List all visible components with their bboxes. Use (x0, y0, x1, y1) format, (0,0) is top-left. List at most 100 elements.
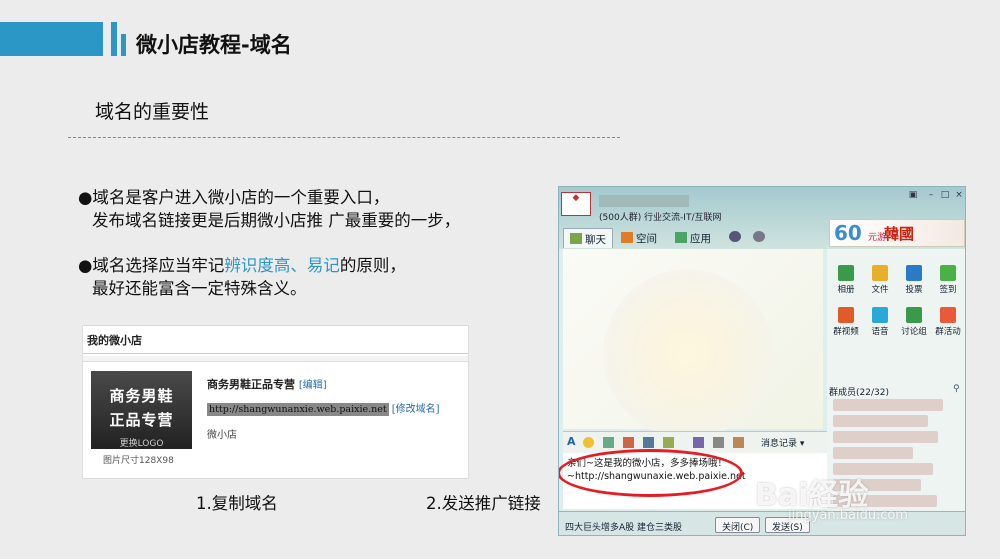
shop-description: 微小店 (207, 430, 237, 441)
doc-icon[interactable] (733, 437, 744, 448)
app-activity[interactable]: 群活动 (933, 307, 963, 337)
search-icon[interactable]: ⚲ (953, 384, 960, 394)
shop-url[interactable]: http://shangwunanxie.web.paixie.net (207, 403, 389, 416)
tab-label: 应用 (690, 233, 711, 245)
voice-icon (872, 307, 888, 323)
app-label: 语音 (871, 327, 889, 337)
house-icon (621, 232, 633, 243)
discussion-icon (906, 307, 922, 323)
video-icon (838, 307, 854, 323)
modify-domain-link[interactable]: [修改域名] (392, 404, 440, 415)
tab-space[interactable]: 空间 (615, 228, 663, 248)
gift-icon[interactable] (693, 437, 704, 448)
add-member-button[interactable] (723, 228, 750, 248)
person-add-icon (729, 231, 741, 242)
gear-icon (753, 231, 765, 242)
tab-apps[interactable]: 应用 (669, 228, 717, 248)
close-icon[interactable]: × (953, 190, 965, 200)
app-files[interactable]: 文件 (865, 265, 895, 295)
caption-send-link: 2.发送推广链接 (426, 494, 541, 513)
ad-banner[interactable]: 60 元游 韓國 (829, 219, 965, 247)
section-title: 域名的重要性 (95, 101, 210, 123)
flag-icon (940, 307, 956, 323)
group-info: (500人群) 行业交流-IT/互联网 (599, 213, 722, 223)
chat-history-area[interactable] (563, 249, 823, 439)
app-vote[interactable]: 投票 (899, 265, 929, 295)
close-button[interactable]: 关闭(C) (715, 517, 761, 533)
baidu-watermark-url: jingyan.baidu.com (788, 508, 908, 523)
app-checkin[interactable]: 签到 (933, 265, 963, 295)
bullet-line: 发布域名链接更是后期微小店推 广最重要的一步， (92, 211, 461, 230)
highlight-text: 辨识度高、易记 (224, 256, 340, 275)
record-label: 消息记录 (761, 439, 798, 449)
bullet-line: 最好还能富含一定特殊含义。 (92, 279, 307, 298)
app-voice[interactable]: 语音 (865, 307, 895, 337)
dashed-divider (68, 137, 620, 138)
member-row[interactable] (833, 415, 928, 427)
bullet-domain-entry: ●域名是客户进入微小店的一个重要入口， 发布域名链接更是后期微小店推 广最重要的… (78, 186, 460, 232)
app-album[interactable]: 相册 (831, 265, 861, 295)
font-icon[interactable]: A (567, 435, 578, 448)
settings-button[interactable] (747, 228, 774, 248)
logo-text-line2: 正品专营 (109, 411, 174, 429)
bullet-domain-choice: ●域名选择应当牢记辨识度高、易记的原则， 最好还能富含一定特殊含义。 (78, 254, 406, 300)
banner-korea: 韓國 (884, 225, 915, 243)
screenshot-icon[interactable] (643, 437, 654, 448)
tab-label: 空间 (636, 233, 657, 245)
news-ad-text[interactable]: 四大巨头增多A股 建仓三类股 (565, 520, 682, 533)
shop-card-separator (83, 356, 468, 362)
folder-icon (872, 265, 888, 281)
shop-name: 商务男鞋正品专营 [编辑] (207, 376, 327, 392)
check-icon (940, 265, 956, 281)
app-label: 群活动 (935, 327, 961, 337)
edit-link[interactable]: [编辑] (299, 380, 327, 391)
shop-card-header: 我的微小店 (83, 326, 468, 354)
message-record-button[interactable]: 消息记录 ▾ (761, 436, 804, 449)
shop-name-text: 商务男鞋正品专营 (207, 378, 295, 391)
shop-logo[interactable]: 商务男鞋 正品专营 更换LOGO (91, 371, 192, 449)
caption-copy-domain: 1.复制域名 (196, 494, 278, 513)
chat-icon (570, 233, 582, 244)
header-accent-tick-small (121, 34, 126, 56)
input-toolbar: A 消息记录 ▾ (563, 431, 827, 453)
group-avatar[interactable]: ◆ (561, 192, 591, 216)
member-row[interactable] (833, 399, 943, 411)
app-label: 相册 (837, 285, 855, 295)
sunflower-background (603, 269, 773, 439)
app-video[interactable]: 群视频 (831, 307, 861, 337)
member-row[interactable] (833, 431, 938, 443)
member-count: 群成员(22/32) (829, 388, 889, 398)
member-row[interactable] (833, 447, 913, 459)
logo-text-line1: 商务男鞋 (109, 387, 174, 405)
menu-icon[interactable]: ▣ (907, 190, 919, 200)
shop-card: 我的微小店 商务男鞋 正品专营 更换LOGO 图片尺寸128X98 商务男鞋正品… (82, 325, 469, 479)
shake-icon[interactable] (623, 437, 634, 448)
header-accent-tick (111, 22, 117, 56)
more-icon[interactable] (713, 437, 724, 448)
page-title: 微小店教程-域名 (136, 33, 292, 57)
app-label: 文件 (871, 285, 889, 295)
message-text: 亲们~这是我的微小店，多多捧场哦！ ~http://shangwunaxie.w… (559, 449, 746, 497)
tab-chat[interactable]: 聊天 (563, 228, 613, 248)
header-accent-bar (0, 22, 103, 56)
album-icon (838, 265, 854, 281)
grid-icon (675, 232, 687, 243)
minimize-icon[interactable]: – (925, 190, 937, 200)
bullet-line: ●域名选择应当牢记辨识度高、易记的原则， (78, 254, 406, 277)
app-label: 投票 (905, 285, 923, 295)
maximize-icon[interactable]: □ (939, 190, 951, 200)
emoji-icon[interactable] (583, 437, 594, 448)
image-icon[interactable] (603, 437, 614, 448)
highlight-ellipse (559, 449, 743, 497)
group-name-blurred (599, 195, 689, 207)
logo-size-hint: 图片尺寸128X98 (103, 456, 174, 466)
app-label: 签到 (939, 285, 957, 295)
bullet-line: ●域名是客户进入微小店的一个重要入口， (78, 188, 390, 207)
change-logo-link[interactable]: 更换LOGO (91, 436, 192, 449)
app-discussion[interactable]: 讨论组 (899, 307, 929, 337)
bullet-text: 的原则， (339, 256, 406, 275)
banner-number: 60 (834, 221, 862, 245)
app-label: 讨论组 (901, 327, 927, 337)
music-icon[interactable] (663, 437, 674, 448)
bullet-text: ●域名选择应当牢记 (78, 256, 225, 275)
